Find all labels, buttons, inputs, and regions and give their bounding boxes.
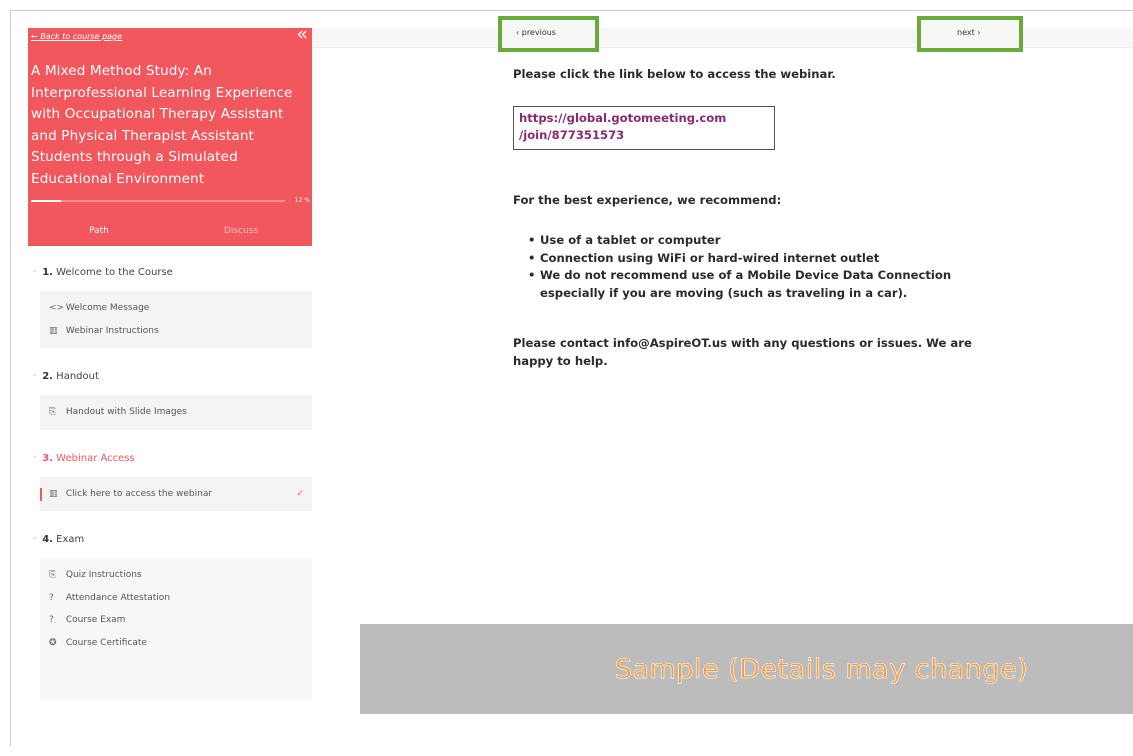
section-number: 4. xyxy=(42,534,53,545)
pdf-icon: ⎘ xyxy=(49,570,57,580)
lesson-list-padding xyxy=(40,654,312,694)
double-chevron-left-icon[interactable]: « xyxy=(296,25,308,44)
question-circle-icon: ? xyxy=(49,615,54,625)
lesson-label: Attendance Attestation xyxy=(65,592,171,603)
lesson-quiz-instructions[interactable]: ⎘ Quiz Instructions xyxy=(40,564,312,587)
lesson-label: Quiz Instructions xyxy=(65,570,142,580)
recommendation-list: Use of a tablet or computer Connection u… xyxy=(528,232,998,302)
section-label: Webinar Access xyxy=(56,452,135,464)
lesson-label: Welcome Message xyxy=(65,303,150,313)
lesson-webinar-instructions[interactable]: ▥ Webinar Instructions xyxy=(40,320,312,343)
lesson-list: ▥ Click here to access the webinar ✓ xyxy=(40,476,312,511)
book-icon: ▥ xyxy=(49,488,58,499)
section-label: Handout xyxy=(56,371,99,382)
progress-bar xyxy=(31,200,285,202)
lesson-label: Webinar Instructions xyxy=(65,325,159,336)
section-number: 3. xyxy=(42,452,53,464)
progress-percent: 12 % xyxy=(294,197,310,204)
webinar-link-box: https://global.gotomeeting.com /join/877… xyxy=(513,106,775,150)
pdf-icon: ⎘ xyxy=(49,407,57,417)
section-welcome: ^ 1. Welcome to the Course <> Welcome Me… xyxy=(28,262,312,348)
sample-banner-text: Sample (Details may change) xyxy=(614,653,1029,685)
book-icon: ▥ xyxy=(49,325,58,336)
next-button[interactable]: next › xyxy=(917,16,1023,52)
lesson-handout-slides[interactable]: ⎘ Handout with Slide Images xyxy=(40,401,312,424)
section-title-welcome[interactable]: ^ 1. Welcome to the Course xyxy=(28,262,312,284)
lesson-list: ⎘ Quiz Instructions ? Attendance Attesta… xyxy=(40,558,312,700)
contact-text: Please contact info@AspireOT.us with any… xyxy=(513,336,972,368)
section-number: 2. xyxy=(42,371,53,382)
code-icon: <> xyxy=(49,303,65,313)
caret-icon: ^ xyxy=(32,374,38,381)
section-webinar-access: ^ 3. Webinar Access ▥ Click here to acce… xyxy=(28,448,312,511)
course-sidebar: ← Back to course page « A Mixed Method S… xyxy=(28,25,312,744)
caret-icon: ^ xyxy=(32,537,38,544)
lesson-welcome-message[interactable]: <> Welcome Message xyxy=(40,297,312,320)
sample-banner: Sample (Details may change) xyxy=(360,624,1133,714)
section-title-webinar-access[interactable]: ^ 3. Webinar Access xyxy=(28,448,312,470)
previous-button[interactable]: ‹ previous xyxy=(498,16,599,52)
list-item: We do not recommend use of a Mobile Devi… xyxy=(528,267,998,302)
certificate-icon: ✪ xyxy=(49,637,57,648)
lesson-list: <> Welcome Message ▥ Webinar Instruction… xyxy=(40,291,312,348)
recommend-heading: For the best experience, we recommend: xyxy=(513,193,782,207)
caret-icon: ^ xyxy=(32,455,38,463)
section-title-exam[interactable]: ^ 4. Exam xyxy=(28,529,312,551)
webinar-link-line1[interactable]: https://global.gotomeeting.com xyxy=(519,111,726,125)
list-item: Use of a tablet or computer xyxy=(528,232,998,250)
section-label: Welcome to the Course xyxy=(56,267,173,278)
back-to-course-link[interactable]: ← Back to course page xyxy=(31,32,122,41)
lesson-label: Course Exam xyxy=(65,615,126,625)
section-title-handout[interactable]: ^ 2. Handout xyxy=(28,366,312,388)
lesson-list: ⎘ Handout with Slide Images xyxy=(40,395,312,430)
list-item: Connection using WiFi or hard-wired inte… xyxy=(528,250,998,268)
caret-icon: ^ xyxy=(32,270,38,277)
lesson-label: Handout with Slide Images xyxy=(65,407,187,417)
course-title: A Mixed Method Study: An Interprofession… xyxy=(31,63,293,187)
webinar-link-line2[interactable]: /join/877351573 xyxy=(519,128,624,142)
question-circle-icon: ? xyxy=(49,592,54,603)
lesson-label: Course Certificate xyxy=(65,637,147,648)
intro-text: Please click the link below to access th… xyxy=(513,67,836,81)
section-handout: ^ 2. Handout ⎘ Handout with Slide Images xyxy=(28,366,312,430)
section-label: Exam xyxy=(56,534,85,545)
progress-bar-fill xyxy=(31,200,62,202)
tab-discuss[interactable]: Discuss xyxy=(170,226,312,236)
section-exam: ^ 4. Exam ⎘ Quiz Instructions ? Attendan… xyxy=(28,529,312,700)
lesson-access-webinar[interactable]: ▥ Click here to access the webinar ✓ xyxy=(40,483,312,506)
section-number: 1. xyxy=(42,267,53,278)
check-icon: ✓ xyxy=(296,488,304,499)
sidebar-tabs: Path Discuss xyxy=(28,226,312,236)
lesson-label: Click here to access the webinar xyxy=(65,488,213,499)
lesson-course-exam[interactable]: ? Course Exam xyxy=(40,609,312,632)
sidebar-header: ← Back to course page « A Mixed Method S… xyxy=(28,25,312,246)
lesson-course-certificate[interactable]: ✪ Course Certificate xyxy=(40,632,312,655)
lesson-attendance-attestation[interactable]: ? Attendance Attestation xyxy=(40,587,312,610)
tab-path[interactable]: Path xyxy=(28,226,170,236)
